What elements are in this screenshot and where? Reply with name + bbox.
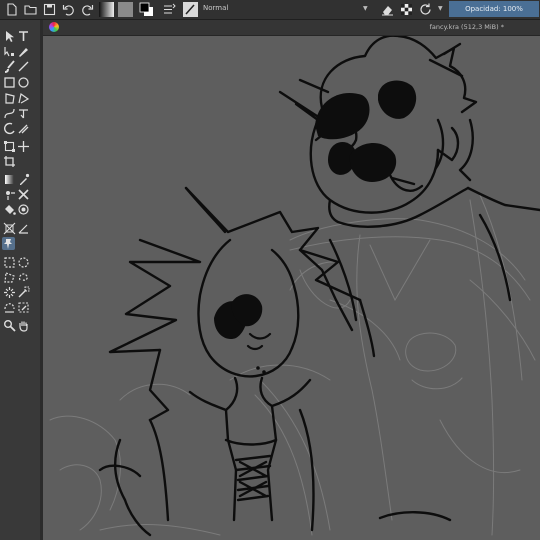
undo-icon[interactable]	[61, 2, 76, 17]
enclose-fill-icon[interactable]	[17, 203, 30, 216]
edit-shapes-icon[interactable]	[3, 45, 16, 58]
redo-icon[interactable]	[80, 2, 95, 17]
colorize-mask-icon[interactable]	[3, 188, 16, 201]
polygon-select-icon[interactable]	[3, 271, 16, 284]
multibrush-icon[interactable]	[17, 122, 30, 135]
sketch-artwork	[49, 36, 540, 537]
measure-tool-icon[interactable]	[17, 222, 30, 235]
brush-settings-icon[interactable]	[162, 2, 177, 17]
line-tool-icon[interactable]	[17, 60, 30, 73]
calligraphy-icon[interactable]	[17, 45, 30, 58]
rectangle-tool-icon[interactable]	[3, 76, 16, 89]
blend-mode-select[interactable]: Normal	[203, 4, 228, 12]
new-document-icon[interactable]	[4, 2, 19, 17]
pan-tool-icon[interactable]	[17, 319, 30, 332]
chevron-down-icon[interactable]: ▼	[363, 5, 368, 12]
freehand-brush-icon[interactable]	[3, 60, 16, 73]
polygon-tool-icon[interactable]	[3, 92, 16, 105]
move-tool-icon[interactable]	[17, 140, 30, 153]
freehand-select-icon[interactable]	[17, 271, 30, 284]
ellipse-tool-icon[interactable]	[17, 76, 30, 89]
gradient-swatch[interactable]	[99, 2, 114, 17]
gradient-tool-icon[interactable]	[3, 173, 16, 186]
ellipse-select-icon[interactable]	[17, 256, 30, 269]
assistant-tool-icon[interactable]	[3, 222, 16, 235]
contiguous-select-icon[interactable]	[3, 286, 16, 299]
brush-preset-icon[interactable]	[183, 2, 198, 17]
main-toolbar: Normal ▼ ▼ Opacidad: 100%	[0, 0, 540, 20]
drawing-canvas[interactable]	[43, 36, 540, 540]
color-picker-icon[interactable]	[17, 173, 30, 186]
similar-select-icon[interactable]	[17, 286, 30, 299]
zoom-tool-icon[interactable]	[3, 319, 16, 332]
opacity-slider[interactable]: Opacidad: 100%	[449, 1, 539, 17]
alpha-lock-icon[interactable]	[399, 2, 414, 17]
smart-patch-icon[interactable]	[17, 188, 30, 201]
rect-select-icon[interactable]	[3, 256, 16, 269]
transform-tool-icon[interactable]	[3, 140, 16, 153]
open-folder-icon[interactable]	[23, 2, 38, 17]
text-tool-icon[interactable]	[17, 30, 30, 43]
bezier-select-icon[interactable]	[3, 301, 16, 314]
crop-tool-icon[interactable]	[3, 155, 16, 168]
magnetic-select-icon[interactable]	[17, 301, 30, 314]
dynamic-brush-icon[interactable]	[3, 122, 16, 135]
select-shapes-icon[interactable]	[3, 30, 16, 43]
freehand-path-icon[interactable]	[17, 107, 30, 120]
reload-preset-icon[interactable]	[418, 2, 433, 17]
eraser-icon[interactable]	[380, 2, 395, 17]
reference-images-icon[interactable]	[2, 237, 15, 250]
pattern-swatch[interactable]	[118, 2, 133, 17]
save-icon[interactable]	[42, 2, 57, 17]
krita-logo-icon	[49, 22, 59, 32]
bezier-tool-icon[interactable]	[3, 107, 16, 120]
document-tab-title[interactable]: fancy.kra (512,3 MiB) *	[430, 23, 504, 31]
fill-tool-icon[interactable]	[3, 203, 16, 216]
chevron-down-icon[interactable]: ▼	[438, 5, 443, 12]
foreground-background-color-icon[interactable]	[139, 2, 154, 17]
polyline-tool-icon[interactable]	[17, 92, 30, 105]
